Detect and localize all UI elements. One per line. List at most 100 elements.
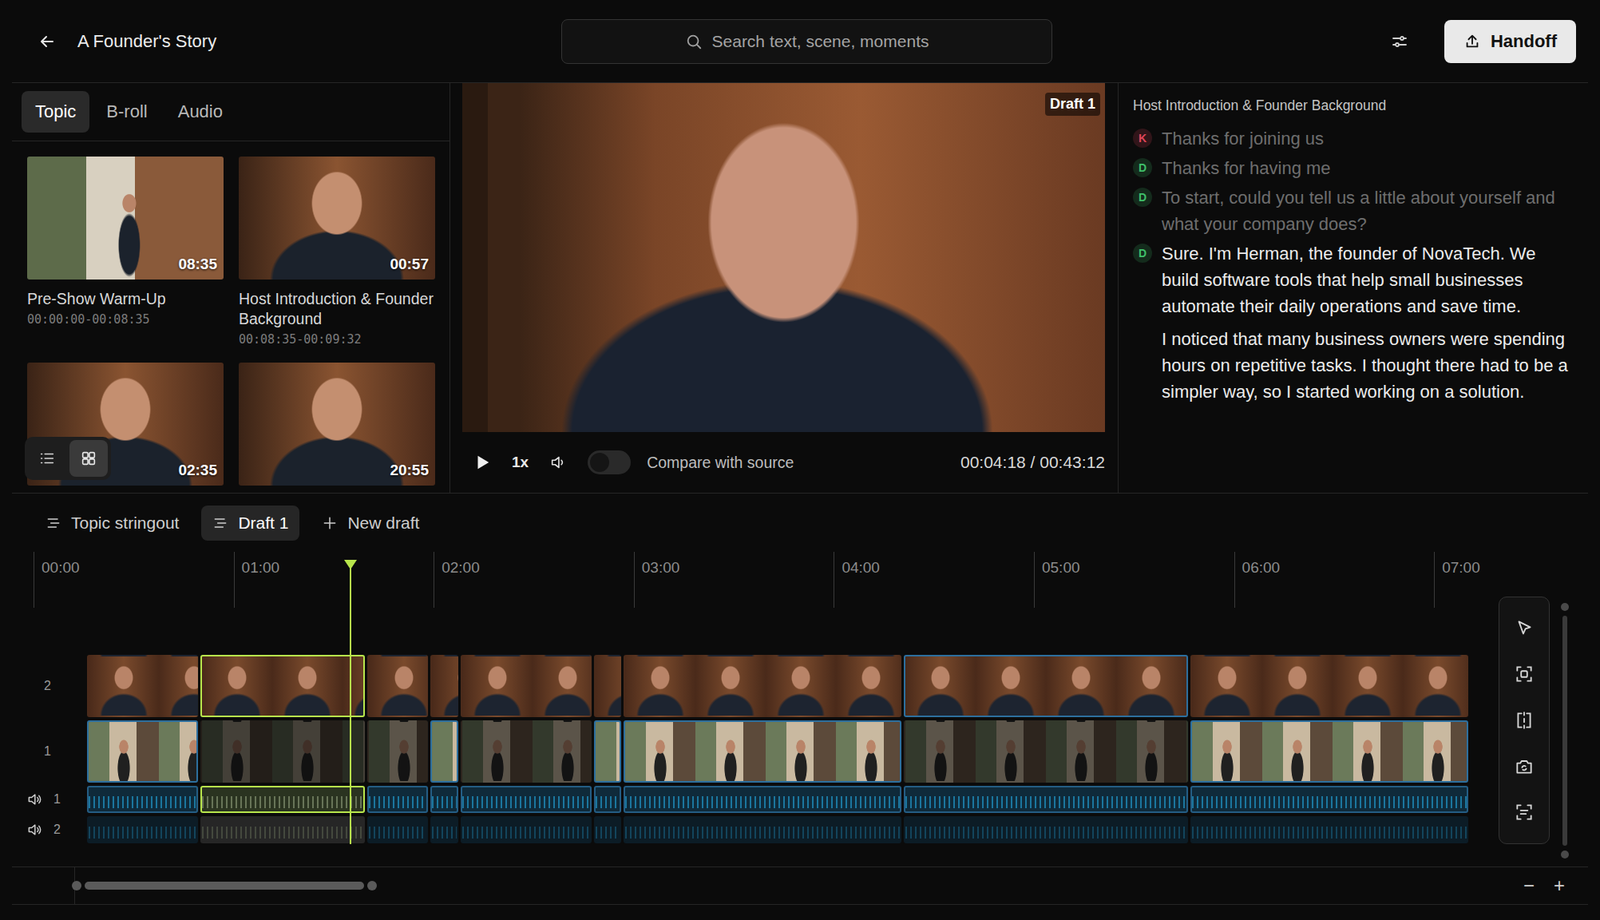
video-clip[interactable] — [200, 720, 365, 783]
video-clip[interactable] — [87, 720, 199, 783]
video-clip[interactable] — [623, 654, 902, 717]
video-clip[interactable] — [430, 720, 459, 783]
speaker-badge: D — [1132, 187, 1153, 207]
audio-clip[interactable] — [367, 815, 428, 844]
volume-button[interactable] — [549, 453, 567, 472]
audio-clip[interactable] — [623, 815, 902, 844]
playhead[interactable] — [349, 561, 352, 844]
reframe-tool[interactable] — [1506, 656, 1542, 692]
timeline-row: 00:0001:0002:0003:0004:0005:0006:0007:00… — [11, 551, 1589, 867]
library-tab[interactable]: B-roll — [92, 91, 161, 133]
scroll-handle[interactable] — [71, 880, 82, 891]
back-button[interactable] — [37, 31, 57, 52]
topic-title: Pre-Show Warm-Up — [27, 289, 224, 309]
audio-clip[interactable] — [200, 785, 365, 813]
caption-tool[interactable] — [1506, 794, 1542, 830]
audio-clip[interactable] — [87, 785, 199, 813]
split-tool[interactable] — [1506, 702, 1542, 738]
player-panel: Draft 11xCompare with source00:04:18 / 0… — [450, 83, 1119, 493]
zoom-button[interactable]: − — [1520, 874, 1537, 897]
vertical-scrollbar[interactable] — [1560, 602, 1569, 859]
video-clip[interactable] — [367, 654, 428, 717]
video-clip[interactable] — [594, 654, 622, 717]
speaker-badge: D — [1132, 243, 1153, 263]
audio-clip[interactable] — [594, 785, 622, 813]
library-tab[interactable]: Audio — [164, 91, 237, 133]
audio-clip[interactable] — [903, 815, 1189, 844]
transcript-entry[interactable]: DSure. I'm Herman, the founder of NovaTe… — [1132, 240, 1577, 405]
video-clip[interactable] — [430, 654, 459, 717]
play-button[interactable] — [473, 453, 492, 472]
video-clip[interactable] — [623, 720, 902, 783]
video-clip[interactable] — [594, 720, 622, 783]
audio-clip[interactable] — [594, 815, 622, 844]
video-clip[interactable] — [903, 720, 1189, 783]
audio-clip[interactable] — [367, 785, 428, 813]
audio-clip[interactable] — [460, 785, 592, 813]
draft-tab[interactable]: Draft 1 — [201, 505, 300, 541]
audio-clip[interactable] — [903, 785, 1189, 813]
draft-tabs: Topic stringout Draft 1 New draft — [11, 493, 1589, 552]
ruler-tick: 00:00 — [33, 551, 234, 608]
topic-card[interactable]: 00:57Host Introduction & Founder Backgro… — [238, 156, 436, 347]
zoom-button[interactable]: + — [1551, 874, 1568, 897]
draft-label: Draft 1 — [237, 513, 289, 533]
draft-label: Topic stringout — [71, 513, 179, 533]
video-clip[interactable] — [87, 654, 199, 717]
scroll-thumb[interactable] — [84, 881, 365, 890]
scroll-thumb[interactable] — [1562, 615, 1568, 846]
video-clip[interactable] — [200, 654, 365, 717]
scroll-handle[interactable] — [367, 880, 377, 891]
library-tab[interactable]: Topic — [21, 91, 90, 133]
horizontal-scrollbar[interactable] — [71, 867, 1521, 904]
track-label: 2 — [11, 654, 88, 717]
sliders-icon — [1390, 31, 1410, 52]
stringout-icon — [45, 514, 62, 531]
time-ruler: 00:0001:0002:0003:0004:0005:0006:0007:00 — [11, 551, 1492, 608]
video-clip[interactable] — [460, 654, 592, 717]
playhead-handle[interactable] — [344, 559, 357, 570]
select-tool[interactable] — [1506, 610, 1542, 646]
speed-button[interactable]: 1x — [511, 453, 529, 472]
video-clip[interactable] — [367, 720, 428, 783]
topic-card[interactable]: 20:55 — [238, 362, 436, 486]
audio-track: 2 — [11, 815, 1492, 844]
view-button[interactable] — [69, 439, 108, 477]
clip-row — [87, 720, 1469, 783]
audio-clip[interactable] — [87, 815, 199, 844]
video-clip[interactable] — [903, 654, 1189, 717]
compare-toggle[interactable] — [587, 450, 631, 475]
transcript-entry[interactable]: DThanks for having me — [1132, 154, 1577, 182]
view-button[interactable] — [27, 439, 67, 477]
topic-thumbnail: 20:55 — [238, 362, 436, 486]
topic-thumbnail: 00:57 — [238, 156, 436, 280]
transcript-entry[interactable]: K Thanks for joining us — [1132, 125, 1577, 152]
handoff-button[interactable]: Handoff — [1444, 19, 1577, 64]
filter-button[interactable] — [1390, 31, 1410, 52]
draft-tab[interactable]: New draft — [310, 505, 431, 541]
camera-tool[interactable] — [1506, 748, 1542, 785]
audio-clip[interactable] — [430, 815, 459, 844]
transcript-entry[interactable]: DTo start, could you tell us a little ab… — [1132, 184, 1577, 238]
video-clip[interactable] — [1190, 654, 1469, 717]
audio-clip[interactable] — [200, 815, 365, 844]
audio-clip[interactable] — [1190, 815, 1469, 844]
audio-clip[interactable] — [430, 785, 459, 813]
draft-tab[interactable]: Topic stringout — [34, 505, 191, 541]
audio-clip[interactable] — [1190, 785, 1469, 813]
audio-clip[interactable] — [460, 815, 592, 844]
view-toggle — [24, 436, 111, 480]
playback-time: 00:04:18 / 00:43:12 — [960, 452, 1105, 472]
speaker-badge: K — [1132, 128, 1153, 148]
topic-card[interactable]: 08:35Pre-Show Warm-Up00:00:00-00:08:35 — [27, 156, 224, 347]
play-icon — [473, 453, 492, 472]
video-clip[interactable] — [1190, 720, 1469, 783]
compare-toggle-row[interactable]: Compare with source — [587, 450, 794, 475]
topic-grid: 08:35Pre-Show Warm-Up00:00:00-00:08:3500… — [11, 141, 450, 486]
video-clip[interactable] — [460, 720, 592, 783]
video-track: 1 — [11, 720, 1492, 783]
timeline[interactable]: 00:0001:0002:0003:0004:0005:0006:0007:00… — [11, 551, 1492, 867]
transcript-text: Thanks for joining us — [1161, 125, 1324, 152]
audio-clip[interactable] — [623, 785, 902, 813]
search-field[interactable]: Search text, scene, moments — [561, 19, 1053, 64]
